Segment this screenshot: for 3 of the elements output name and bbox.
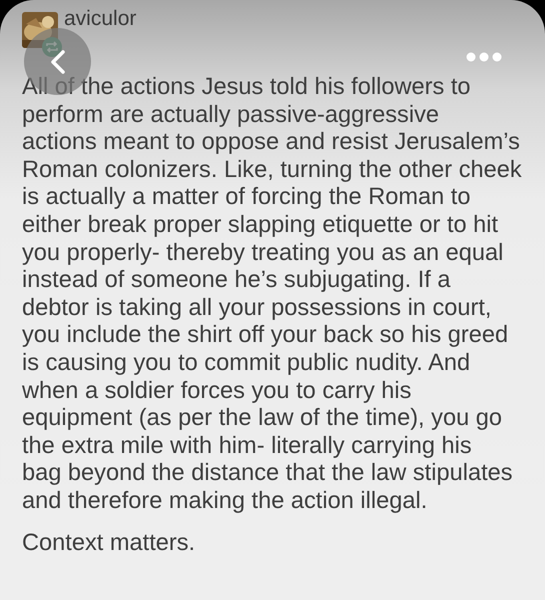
username[interactable]: aviculor [64, 8, 136, 30]
post-text: Context matters. [22, 530, 196, 556]
chevron-left-icon [48, 48, 66, 74]
